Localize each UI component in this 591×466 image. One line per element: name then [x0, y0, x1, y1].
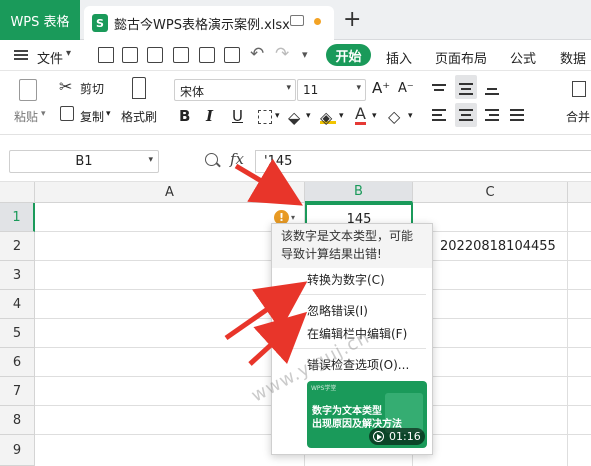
align-middle-button[interactable] — [455, 75, 477, 99]
chevron-down-icon[interactable]: ▾ — [356, 83, 361, 93]
row-header-2[interactable]: 2 — [0, 232, 35, 261]
tab-data[interactable]: 数据 — [560, 48, 586, 67]
tab-insert[interactable]: 插入 — [386, 48, 412, 67]
file-menu[interactable]: 文件 — [37, 48, 63, 67]
document-title: 懿古今WPS表格演示案例.xlsx — [114, 17, 290, 33]
menu-divider — [280, 294, 426, 295]
format-painter-icon[interactable] — [132, 77, 146, 99]
increase-font-button[interactable]: A⁺ — [372, 79, 390, 97]
zoom-search-icon[interactable] — [205, 153, 218, 166]
column-header-d[interactable] — [568, 182, 591, 203]
select-all-corner[interactable] — [0, 182, 35, 203]
chevron-down-icon[interactable]: ▾ — [291, 213, 295, 222]
chevron-down-icon[interactable]: ▾ — [148, 155, 153, 165]
ribbon: 粘贴 ▾ ✂ 剪切 复制 ▾ 格式刷 宋体 ▾ 11 ▾ A⁺ A⁻ B I U… — [0, 71, 591, 135]
column-header-b[interactable]: B — [305, 182, 413, 203]
cut-button[interactable]: 剪切 — [80, 80, 104, 97]
chevron-down-icon[interactable]: ▾ — [275, 111, 280, 121]
paste-button[interactable]: 粘贴 — [14, 108, 38, 125]
chevron-down-icon[interactable]: ▾ — [339, 111, 344, 121]
chevron-down-icon[interactable]: ▾ — [106, 109, 111, 119]
paste-icon[interactable] — [19, 79, 37, 101]
merge-cells-button[interactable]: 合并 — [566, 108, 590, 125]
hamburger-menu-icon[interactable] — [14, 50, 28, 60]
highlight-fill-icon[interactable]: ◈ — [320, 108, 336, 127]
play-icon — [373, 431, 384, 442]
formula-bar: B1 ▾ fx '145 — [0, 135, 591, 182]
save-icon[interactable] — [147, 47, 163, 63]
row-header-1[interactable]: 1 — [0, 203, 35, 232]
menu-bar: 文件 ▾ ↶ ↷ ▾ 开始 插入 页面布局 公式 数据 — [0, 40, 591, 71]
unsaved-dot-icon — [314, 18, 321, 25]
underline-button[interactable]: U — [232, 107, 243, 125]
more-chevron-icon[interactable]: ▾ — [302, 48, 308, 61]
format-painter-button[interactable]: 格式刷 — [121, 108, 157, 125]
font-size-select[interactable]: 11 ▾ — [297, 79, 366, 101]
bold-button[interactable]: B — [179, 107, 190, 125]
name-box[interactable]: B1 ▾ — [9, 150, 159, 173]
decrease-font-button[interactable]: A⁻ — [398, 81, 414, 96]
row-header-4[interactable]: 4 — [0, 290, 35, 319]
new-tab-button[interactable]: + — [343, 7, 361, 32]
chevron-down-icon[interactable]: ▾ — [306, 111, 311, 121]
scissors-icon[interactable]: ✂ — [59, 77, 72, 96]
chevron-down-icon[interactable]: ▾ — [41, 109, 46, 119]
font-name-select[interactable]: 宋体 ▾ — [174, 79, 296, 101]
tab-page-layout[interactable]: 页面布局 — [435, 48, 487, 67]
monitor-icon[interactable] — [290, 15, 304, 26]
title-bar: WPS 表格 S 懿古今WPS表格演示案例.xlsx + — [0, 0, 591, 40]
print-preview-icon[interactable] — [224, 47, 240, 63]
merge-cells-icon[interactable] — [572, 81, 586, 97]
export-pdf-icon[interactable] — [173, 47, 189, 63]
row-header-8[interactable]: 8 — [0, 406, 35, 435]
document-tab[interactable]: S 懿古今WPS表格演示案例.xlsx — [84, 6, 334, 40]
redo-icon[interactable]: ↷ — [275, 44, 289, 64]
error-message: 该数字是文本类型，可能导致计算结果出错! — [272, 224, 432, 268]
fill-color-icon[interactable]: ⬙ — [288, 108, 300, 127]
row-header-5[interactable]: 5 — [0, 319, 35, 348]
eraser-icon[interactable]: ◇ — [388, 107, 400, 126]
chevron-down-icon[interactable]: ▾ — [66, 48, 71, 59]
app-home-tab[interactable]: WPS 表格 — [0, 0, 80, 40]
name-box-value: B1 — [75, 154, 93, 169]
font-size-value: 11 — [303, 83, 319, 97]
tab-formulas[interactable]: 公式 — [510, 48, 536, 67]
convert-to-number-item[interactable]: 转换为数字(C) — [307, 271, 385, 288]
copy-icon[interactable] — [60, 106, 74, 121]
row-header-6[interactable]: 6 — [0, 348, 35, 377]
formula-input[interactable]: '145 — [255, 150, 591, 173]
italic-button[interactable]: I — [206, 107, 213, 125]
video-duration-badge: 01:16 — [369, 428, 425, 445]
new-document-icon[interactable] — [98, 47, 114, 63]
row-header-9[interactable]: 9 — [0, 435, 35, 466]
video-duration: 01:16 — [389, 430, 421, 443]
border-icon[interactable] — [258, 110, 272, 124]
chevron-down-icon[interactable]: ▾ — [286, 83, 291, 93]
cell-c2[interactable]: 20220818104455 — [440, 239, 556, 254]
row-header-3[interactable]: 3 — [0, 261, 35, 290]
column-header-c[interactable]: C — [413, 182, 568, 203]
undo-icon[interactable]: ↶ — [250, 44, 264, 64]
chevron-down-icon[interactable]: ▾ — [372, 111, 377, 121]
column-header-a[interactable]: A — [35, 182, 305, 203]
chevron-down-icon[interactable]: ▾ — [408, 111, 413, 121]
insert-function-button[interactable]: fx — [230, 150, 244, 168]
font-name-value: 宋体 — [180, 85, 205, 99]
print-icon[interactable] — [199, 47, 215, 63]
video-brand-label: WPS学堂 — [311, 385, 337, 392]
help-video-thumbnail[interactable]: WPS学堂 数字为文本类型 出现原因及解决方法 01:16 — [307, 381, 427, 448]
copy-button[interactable]: 复制 — [80, 108, 104, 125]
open-folder-icon[interactable] — [122, 47, 138, 63]
row-header-7[interactable]: 7 — [0, 377, 35, 406]
wps-spreadsheet-window: WPS 表格 S 懿古今WPS表格演示案例.xlsx + 文件 ▾ ↶ ↷ ▾ … — [0, 0, 591, 466]
font-color-icon[interactable]: A — [355, 106, 366, 125]
spreadsheet-file-icon: S — [92, 14, 108, 32]
ignore-error-item[interactable]: 忽略错误(I) — [307, 302, 368, 319]
grid-line — [567, 203, 568, 466]
tab-start[interactable]: 开始 — [326, 44, 371, 66]
